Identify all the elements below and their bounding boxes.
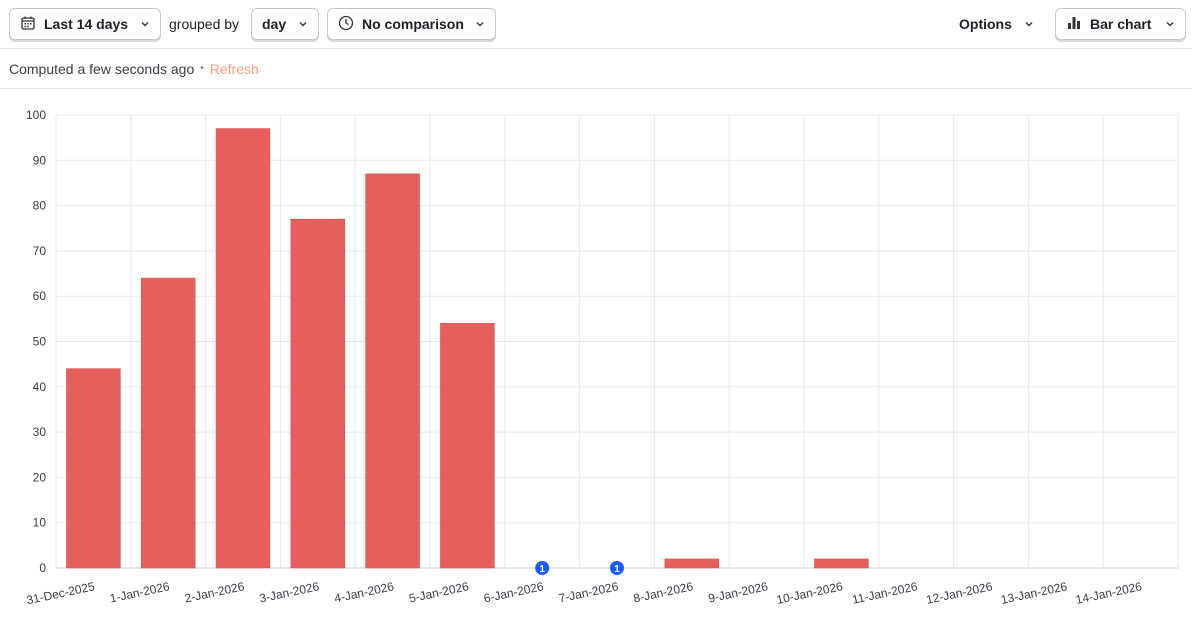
y-tick-label: 80 xyxy=(33,199,47,213)
y-tick-label: 20 xyxy=(33,470,47,484)
chevron-down-icon xyxy=(1024,16,1034,32)
x-tick-label: 13-Jan-2026 xyxy=(1000,579,1069,607)
x-tick-label: 6-Jan-2026 xyxy=(483,579,546,605)
x-tick-label: 31-Dec-2025 xyxy=(25,579,96,607)
x-tick-label: 2-Jan-2026 xyxy=(183,579,246,605)
comparison-label: No comparison xyxy=(362,16,464,32)
interval-button[interactable]: day xyxy=(251,8,319,40)
x-tick-label: 9-Jan-2026 xyxy=(707,579,770,605)
x-tick-label: 7-Jan-2026 xyxy=(557,579,620,605)
interval-label: day xyxy=(262,16,287,32)
refresh-link[interactable]: Refresh xyxy=(210,61,259,77)
chart-type-label: Bar chart xyxy=(1090,16,1152,32)
annotation-badge-label: 1 xyxy=(539,564,545,575)
chevron-down-icon xyxy=(298,19,308,29)
x-tick-label: 1-Jan-2026 xyxy=(109,579,172,605)
x-axis-ticks: 31-Dec-2025 1-Jan-2026 2-Jan-2026 3-Jan-202… xyxy=(25,579,1143,607)
y-tick-label: 40 xyxy=(33,380,47,394)
date-range-label: Last 14 days xyxy=(44,16,129,32)
y-tick-label: 60 xyxy=(33,289,47,303)
y-tick-label: 10 xyxy=(33,516,47,530)
bar-chart: 0 10 20 30 40 50 60 70 80 90 100 31-Dec-2025 1-Jan-… xyxy=(25,108,1179,607)
x-tick-label: 5-Jan-2026 xyxy=(408,579,471,605)
clock-icon xyxy=(338,15,354,34)
options-label: Options xyxy=(959,16,1012,32)
chevron-down-icon xyxy=(140,19,150,29)
x-tick-label: 8-Jan-2026 xyxy=(632,579,695,605)
chart-type-button[interactable]: Bar chart xyxy=(1055,8,1186,40)
date-range-button[interactable]: Last 14 days xyxy=(9,8,161,40)
annotation-badge[interactable]: 1 xyxy=(535,561,550,575)
x-tick-label: 3-Jan-2026 xyxy=(258,579,321,605)
y-tick-label: 90 xyxy=(33,153,47,167)
chevron-down-icon xyxy=(1165,19,1175,29)
bar[interactable] xyxy=(814,558,869,569)
bar[interactable] xyxy=(440,323,495,569)
bar[interactable] xyxy=(290,218,346,569)
options-button[interactable]: Options xyxy=(950,8,1034,40)
toolbar: Last 14 days grouped by day No compariso… xyxy=(0,0,1192,49)
bars xyxy=(66,128,869,569)
y-tick-label: 30 xyxy=(33,425,47,439)
bar[interactable] xyxy=(664,558,720,569)
x-tick-label: 11-Jan-2026 xyxy=(851,579,919,607)
bar[interactable] xyxy=(66,368,121,569)
x-tick-label: 12-Jan-2026 xyxy=(925,579,994,607)
bar[interactable] xyxy=(140,277,196,569)
grouped-by-label: grouped by xyxy=(169,16,240,32)
comparison-button[interactable]: No comparison xyxy=(327,8,496,40)
y-tick-label: 70 xyxy=(33,244,47,258)
annotation-badge-label: 1 xyxy=(614,564,620,575)
x-tick-label: 14-Jan-2026 xyxy=(1074,579,1143,607)
bar-chart-icon xyxy=(1066,15,1082,34)
chevron-down-icon xyxy=(475,19,485,29)
x-tick-label: 10-Jan-2026 xyxy=(775,579,844,607)
y-tick-label: 100 xyxy=(26,108,46,122)
status-separator: • xyxy=(200,63,204,74)
y-axis-ticks: 0 10 20 30 40 50 60 70 80 90 100 xyxy=(26,108,46,575)
bar[interactable] xyxy=(365,173,420,569)
status-bar: Computed a few seconds ago • Refresh xyxy=(0,49,1192,89)
y-tick-label: 0 xyxy=(39,561,46,575)
calendar-icon xyxy=(20,15,36,34)
y-tick-label: 50 xyxy=(33,335,47,349)
annotation-badge[interactable]: 1 xyxy=(610,561,624,575)
x-tick-label: 4-Jan-2026 xyxy=(333,579,396,605)
computed-status-text: Computed a few seconds ago xyxy=(9,60,195,77)
bar[interactable] xyxy=(215,128,271,569)
